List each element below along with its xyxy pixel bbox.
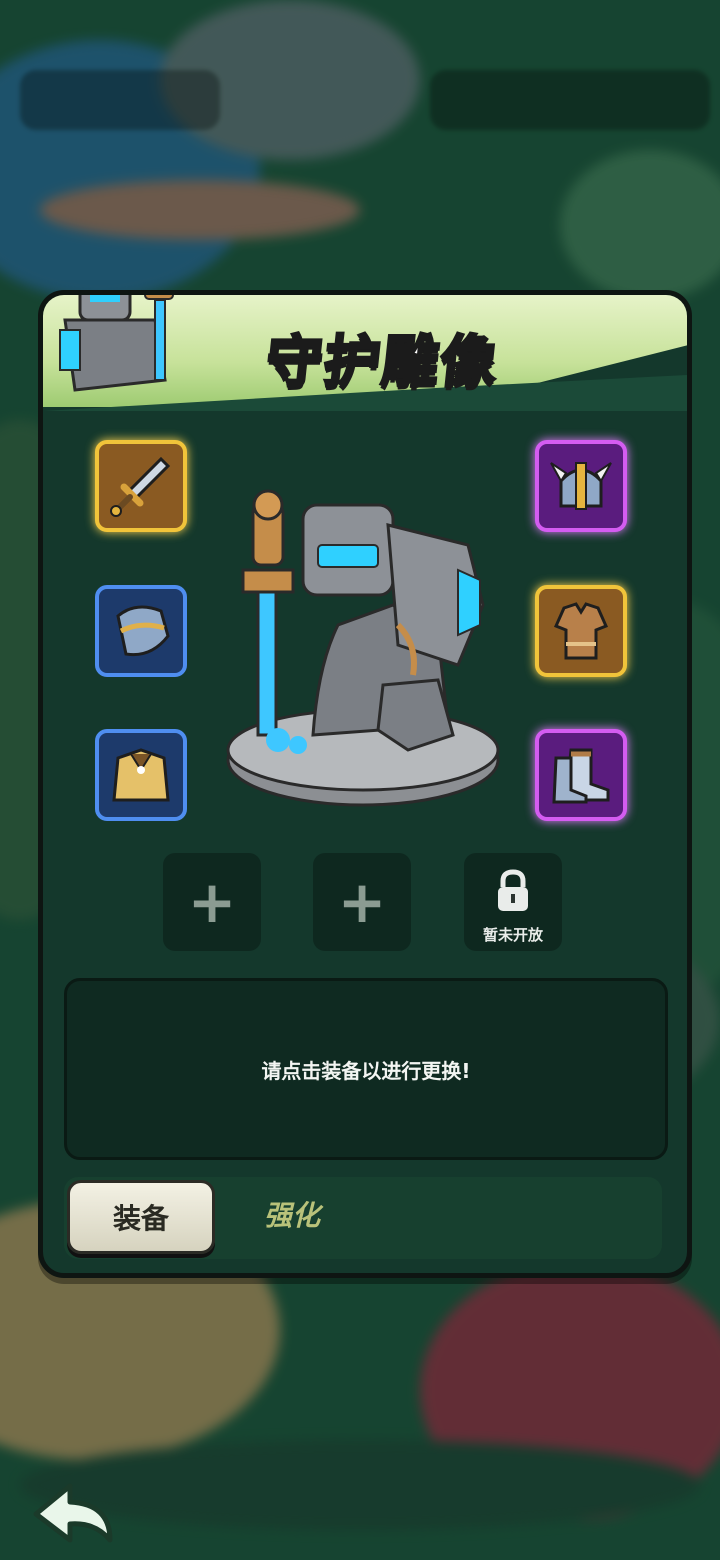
slot-shoulder[interactable] [95, 585, 187, 677]
locked-slot: 暂未开放 [464, 853, 562, 951]
tab-enhance[interactable]: 强化 [264, 1191, 320, 1241]
info-message: 请点击装备以进行更换! [261, 1058, 471, 1083]
tab-bar: 装备 强化 [64, 1177, 662, 1259]
back-arrow-icon[interactable] [30, 1478, 120, 1548]
slot-chest[interactable] [535, 585, 627, 677]
shoulder-armor-icon [116, 605, 170, 657]
statue-illustration [226, 489, 500, 807]
panel-title: 守护雕像 [262, 329, 504, 397]
slot-weapon[interactable] [95, 440, 187, 532]
plus-icon: + [337, 868, 387, 936]
lock-icon [498, 869, 528, 911]
slot-boots[interactable] [535, 729, 627, 821]
locked-label: 暂未开放 [482, 926, 543, 944]
cape-icon [112, 748, 170, 802]
sword-icon [110, 456, 171, 517]
horned-helmet-icon [550, 462, 612, 510]
add-slot-2[interactable]: + [313, 853, 411, 951]
guardian-statue-icon [59, 295, 174, 392]
plus-icon: + [187, 868, 237, 936]
guardian-statue-panel: 守护雕像 + + 暂未开放 请点击装备以进行更换! 装备 强化 [38, 290, 692, 1278]
tab-equip[interactable]: 装备 [67, 1180, 215, 1254]
boots-icon [552, 748, 610, 804]
chest-armor-icon [553, 602, 609, 660]
slot-helmet[interactable] [535, 440, 627, 532]
slot-cape[interactable] [95, 729, 187, 821]
info-box: 请点击装备以进行更换! [64, 978, 668, 1160]
add-slot-1[interactable]: + [163, 853, 261, 951]
